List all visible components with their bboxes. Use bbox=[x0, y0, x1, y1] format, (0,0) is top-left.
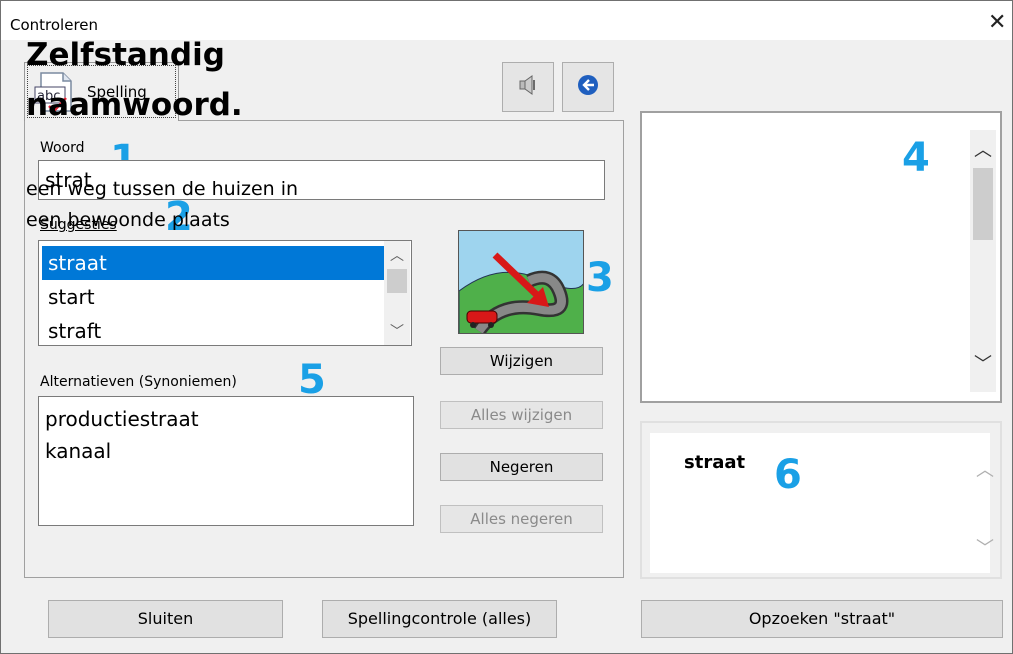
definition-heading: Zelfstandig naamwoord. bbox=[26, 37, 243, 123]
scroll-up-icon[interactable]: ︿ bbox=[384, 245, 410, 265]
back-button[interactable] bbox=[562, 62, 614, 112]
list-item[interactable]: productiestraat bbox=[39, 403, 413, 435]
definition-panel bbox=[640, 111, 1002, 403]
list-item[interactable]: straft bbox=[42, 314, 384, 345]
lookup-word: straat bbox=[684, 452, 746, 473]
back-arrow-icon bbox=[576, 73, 600, 101]
definition-text: een weg tussen de huizen in een bewoonde… bbox=[26, 178, 299, 231]
close-icon[interactable]: ✕ bbox=[988, 12, 1006, 34]
scroll-up-icon[interactable]: ︿ bbox=[970, 136, 996, 162]
marker-5: 5 bbox=[298, 357, 326, 403]
spellcheck-all-button[interactable]: Spellingcontrole (alles) bbox=[322, 600, 557, 638]
speak-button[interactable] bbox=[502, 62, 554, 112]
list-item[interactable]: start bbox=[42, 280, 384, 314]
word-picture bbox=[458, 230, 584, 334]
ignore-all-button[interactable]: Alles negeren bbox=[440, 505, 603, 533]
close-button[interactable]: Sluiten bbox=[48, 600, 283, 638]
change-all-button[interactable]: Alles wijzigen bbox=[440, 401, 603, 429]
list-item[interactable]: straat bbox=[42, 246, 384, 280]
definition-scrollbar[interactable]: ︿ ﹀ bbox=[970, 130, 996, 392]
scroll-thumb[interactable] bbox=[387, 269, 407, 293]
lookup-button[interactable]: Opzoeken "straat" bbox=[641, 600, 1003, 638]
scroll-down-icon[interactable]: ﹀ bbox=[970, 350, 996, 376]
suggestions-scrollbar[interactable]: ︿ ﹀ bbox=[384, 241, 410, 345]
scroll-down-icon[interactable]: ﹀ bbox=[972, 534, 998, 560]
lookup-scrollbar[interactable]: ︿ ﹀ bbox=[972, 440, 998, 570]
scroll-thumb[interactable] bbox=[973, 168, 993, 240]
alternatives-label: Alternatieven (Synoniemen) bbox=[40, 374, 237, 390]
marker-3: 3 bbox=[586, 255, 614, 301]
road-with-car-icon bbox=[459, 231, 583, 333]
word-label: Woord bbox=[40, 140, 85, 156]
list-item[interactable]: kanaal bbox=[39, 435, 413, 467]
scroll-up-icon[interactable]: ︿ bbox=[972, 456, 998, 482]
ignore-button[interactable]: Negeren bbox=[440, 453, 603, 481]
suggestions-list[interactable]: straat start straft bbox=[38, 240, 412, 346]
scroll-down-icon[interactable]: ﹀ bbox=[384, 321, 410, 341]
change-button[interactable]: Wijzigen bbox=[440, 347, 603, 375]
marker-6: 6 bbox=[774, 452, 802, 498]
marker-4: 4 bbox=[902, 135, 930, 181]
alternatives-list[interactable]: productiestraat kanaal bbox=[38, 396, 414, 526]
speaker-icon bbox=[517, 74, 539, 100]
